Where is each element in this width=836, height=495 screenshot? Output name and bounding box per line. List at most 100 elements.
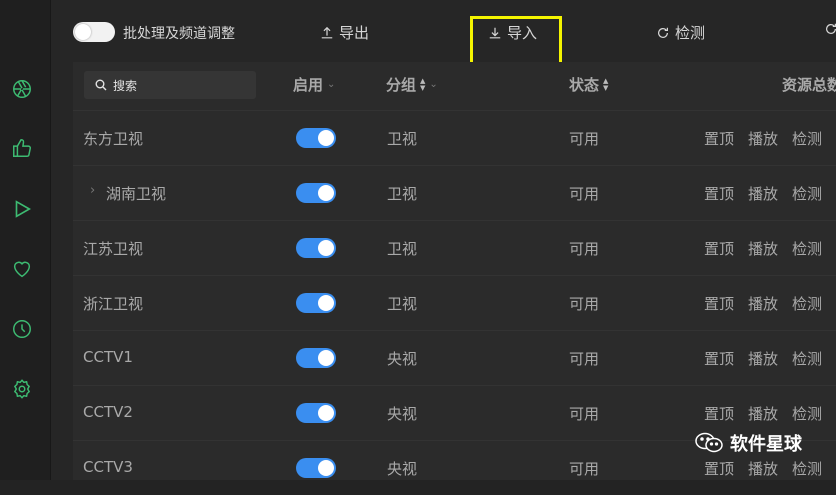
- channel-status: 可用: [569, 460, 600, 478]
- chevron-down-icon: ⌄: [327, 79, 336, 90]
- channel-name: 湖南卫视: [106, 185, 167, 203]
- channel-name: CCTV1: [83, 348, 133, 366]
- gear-icon[interactable]: [11, 378, 33, 400]
- main-panel: 批处理及频道调整 导出 导入 检测 搜索 启用 ⌄ 分组 ▲ ▼ ⌄ 状态 ▲ …: [51, 0, 836, 480]
- pin-button[interactable]: 置顶: [704, 403, 734, 424]
- switch-knob: [318, 460, 334, 476]
- switch-knob: [318, 405, 334, 421]
- channel-status: 可用: [569, 130, 600, 148]
- play-button[interactable]: 播放: [748, 293, 778, 314]
- play-button[interactable]: 播放: [748, 458, 778, 479]
- play-button[interactable]: 播放: [748, 348, 778, 369]
- channel-status: 可用: [569, 350, 600, 368]
- chevron-down-icon: ⌄: [429, 79, 438, 90]
- batch-toggle[interactable]: [73, 22, 115, 42]
- header-status-label: 状态: [569, 76, 600, 94]
- chevron-right-icon[interactable]: ›: [90, 183, 95, 198]
- channel-group: 央视: [387, 350, 418, 368]
- channel-group: 央视: [387, 460, 418, 478]
- check-link[interactable]: 检测: [792, 403, 822, 424]
- channel-status: 可用: [569, 295, 600, 313]
- enable-switch[interactable]: [296, 403, 336, 423]
- enable-switch[interactable]: [296, 238, 336, 258]
- switch-knob: [318, 295, 334, 311]
- channel-name: 浙江卫视: [83, 295, 144, 313]
- switch-knob: [318, 185, 334, 201]
- switch-knob: [318, 130, 334, 146]
- pin-button[interactable]: 置顶: [704, 293, 734, 314]
- sort-icon: ▲ ▼: [420, 76, 426, 92]
- refresh-icon: [826, 23, 836, 34]
- pin-button[interactable]: 置顶: [704, 238, 734, 259]
- watermark-text: 软件星球: [730, 434, 802, 455]
- refresh-icon: [658, 27, 668, 38]
- export-button[interactable]: 导出: [320, 22, 369, 43]
- channel-status: 可用: [569, 240, 600, 258]
- pin-button[interactable]: 置顶: [704, 183, 734, 204]
- play-button[interactable]: 播放: [748, 128, 778, 149]
- play-button[interactable]: 播放: [748, 403, 778, 424]
- thumbs-up-icon[interactable]: [11, 137, 33, 159]
- check-link[interactable]: 检测: [792, 183, 822, 204]
- refresh-button-partial[interactable]: [824, 22, 836, 36]
- channel-group: 央视: [387, 405, 418, 423]
- toolbar: 批处理及频道调整 导出 导入 检测: [51, 0, 836, 68]
- enable-switch[interactable]: [296, 348, 336, 368]
- table-row[interactable]: CCTV1 央视 可用 置顶 播放 检测: [73, 330, 836, 386]
- aperture-icon[interactable]: [11, 78, 33, 100]
- table-row[interactable]: › 湖南卫视 卫视 可用 置顶 播放 检测: [73, 165, 836, 221]
- header-status[interactable]: 状态 ▲ ▼: [569, 74, 608, 95]
- export-label: 导出: [339, 24, 370, 42]
- header-resources[interactable]: 资源总数: [782, 74, 836, 95]
- header-enabled[interactable]: 启用 ⌄: [293, 74, 335, 95]
- pin-button[interactable]: 置顶: [704, 458, 734, 479]
- channel-status: 可用: [569, 185, 600, 203]
- check-link[interactable]: 检测: [792, 238, 822, 259]
- table-row[interactable]: 江苏卫视 卫视 可用 置顶 播放 检测: [73, 220, 836, 276]
- pin-button[interactable]: 置顶: [704, 348, 734, 369]
- highlight-box: [470, 16, 562, 68]
- channel-name: CCTV2: [83, 403, 133, 421]
- check-link[interactable]: 检测: [792, 128, 822, 149]
- table-header: 搜索 启用 ⌄ 分组 ▲ ▼ ⌄ 状态 ▲ ▼ 资源总数: [73, 62, 836, 111]
- check-label: 检测: [675, 24, 706, 42]
- sort-icon: ▲ ▼: [603, 76, 609, 92]
- pin-button[interactable]: 置顶: [704, 128, 734, 149]
- header-resources-label: 资源总数: [782, 76, 836, 94]
- search-placeholder: 搜索: [113, 79, 138, 93]
- wechat-icon: [695, 432, 723, 453]
- channel-name: 江苏卫视: [83, 240, 144, 258]
- enable-switch[interactable]: [296, 128, 336, 148]
- play-button[interactable]: 播放: [748, 183, 778, 204]
- batch-toggle-label: 批处理及频道调整: [123, 26, 235, 42]
- check-link[interactable]: 检测: [792, 458, 822, 479]
- enable-switch[interactable]: [296, 458, 336, 478]
- switch-knob: [318, 240, 334, 256]
- play-icon[interactable]: [11, 198, 33, 220]
- check-link[interactable]: 检测: [792, 348, 822, 369]
- channel-name: CCTV3: [83, 458, 133, 476]
- header-enabled-label: 启用: [293, 76, 324, 94]
- heart-icon[interactable]: [11, 258, 33, 280]
- check-link[interactable]: 检测: [792, 293, 822, 314]
- channel-name: 东方卫视: [83, 130, 144, 148]
- channel-group: 卫视: [387, 295, 418, 313]
- table-row[interactable]: 东方卫视 卫视 可用 置顶 播放 检测: [73, 110, 836, 166]
- channel-group: 卫视: [387, 185, 418, 203]
- table-row[interactable]: 浙江卫视 卫视 可用 置顶 播放 检测: [73, 275, 836, 331]
- channel-group: 卫视: [387, 240, 418, 258]
- play-button[interactable]: 播放: [748, 238, 778, 259]
- header-group[interactable]: 分组 ▲ ▼ ⌄: [386, 74, 438, 95]
- clock-icon[interactable]: [11, 318, 33, 340]
- channel-status: 可用: [569, 405, 600, 423]
- channel-group: 卫视: [387, 130, 418, 148]
- channel-table: 搜索 启用 ⌄ 分组 ▲▼ ⌄ 状态 ▲▼ 资源总数 东方卫视 卫视 可用: [73, 62, 836, 480]
- upload-icon: [321, 26, 333, 38]
- search-box[interactable]: 搜索: [84, 71, 256, 99]
- check-button[interactable]: 检测: [656, 22, 705, 43]
- watermark: 软件星球: [694, 430, 802, 456]
- sidebar: [0, 0, 51, 480]
- enable-switch[interactable]: [296, 293, 336, 313]
- enable-switch[interactable]: [296, 183, 336, 203]
- header-group-label: 分组: [386, 76, 417, 94]
